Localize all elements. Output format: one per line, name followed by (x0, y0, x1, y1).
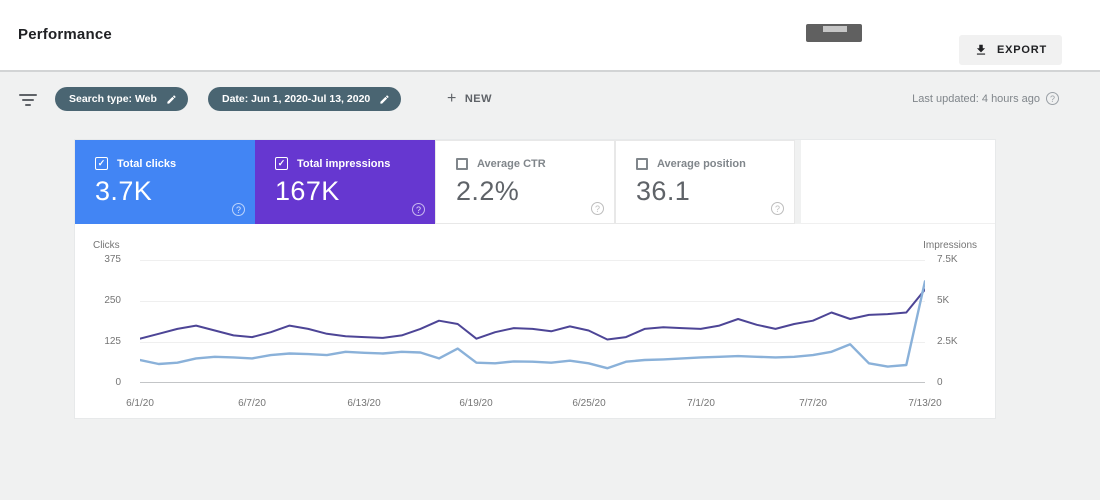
help-icon[interactable]: ? (771, 202, 784, 215)
x-axis-tick: 6/25/20 (572, 398, 605, 409)
tooltip-artifact (806, 24, 862, 42)
x-axis-tick: 7/13/20 (908, 398, 941, 409)
new-filter-label: NEW (465, 93, 492, 105)
metric-card-value: 167K (275, 176, 435, 207)
x-axis-tick: 6/7/20 (238, 398, 266, 409)
series-total-clicks (140, 281, 925, 368)
left-axis-tick: 250 (75, 295, 121, 307)
right-axis-tick: 7.5K (937, 254, 958, 266)
date-range-chip[interactable]: Date: Jun 1, 2020-Jul 13, 2020 (208, 87, 401, 111)
performance-chart[interactable] (140, 260, 925, 383)
filter-bar: Search type: Web Date: Jun 1, 2020-Jul 1… (0, 72, 1100, 126)
metric-card-total-impressions[interactable]: ✓ Total impressions 167K ? (255, 140, 435, 224)
metric-card-value: 36.1 (636, 176, 794, 207)
x-axis-tick: 7/1/20 (687, 398, 715, 409)
metric-card-label: Total impressions (297, 158, 390, 170)
filter-icon[interactable] (19, 94, 37, 106)
checkbox-unchecked-icon[interactable] (456, 158, 468, 170)
export-button[interactable]: EXPORT (959, 35, 1062, 65)
help-icon[interactable]: ? (1046, 92, 1059, 105)
search-type-chip-label: Search type: Web (69, 93, 157, 105)
help-icon[interactable]: ? (591, 202, 604, 215)
metric-card-empty-slot (801, 140, 995, 224)
series-total-impressions (140, 290, 925, 340)
right-axis-tick: 2.5K (937, 336, 958, 348)
right-axis-tick: 0 (937, 377, 943, 389)
new-filter-button[interactable]: + NEW (447, 87, 492, 111)
metric-card-label: Average CTR (477, 158, 546, 170)
performance-page: Performance EXPORT Search type: Web Date… (0, 0, 1100, 500)
checkbox-checked-icon[interactable]: ✓ (275, 157, 288, 170)
download-icon (974, 43, 988, 57)
help-icon[interactable]: ? (232, 203, 245, 216)
export-label: EXPORT (997, 44, 1047, 56)
metric-card-value: 2.2% (456, 176, 614, 207)
metric-card-average-position[interactable]: Average position 36.1 ? (615, 140, 795, 224)
left-axis-tick: 125 (75, 336, 121, 348)
performance-panel: ✓ Total clicks 3.7K ? ✓ Total impression… (75, 140, 995, 418)
left-axis-title: Clicks (93, 240, 120, 251)
header: Performance EXPORT (0, 0, 1100, 70)
left-axis-tick: 0 (75, 377, 121, 389)
metric-card-total-clicks[interactable]: ✓ Total clicks 3.7K ? (75, 140, 255, 224)
metric-card-label: Average position (657, 158, 746, 170)
x-axis-tick: 6/19/20 (459, 398, 492, 409)
last-updated-text: Last updated: 4 hours ago (912, 93, 1040, 105)
date-range-chip-label: Date: Jun 1, 2020-Jul 13, 2020 (222, 93, 370, 105)
metric-card-value: 3.7K (95, 176, 255, 207)
content-area: ✓ Total clicks 3.7K ? ✓ Total impression… (0, 126, 1100, 500)
search-type-chip[interactable]: Search type: Web (55, 87, 188, 111)
checkbox-checked-icon[interactable]: ✓ (95, 157, 108, 170)
last-updated: Last updated: 4 hours ago ? (912, 92, 1059, 105)
left-axis-tick: 375 (75, 254, 121, 266)
plus-icon: + (447, 91, 457, 107)
x-axis-tick: 7/7/20 (799, 398, 827, 409)
edit-pencil-icon (379, 94, 390, 105)
metric-card-label: Total clicks (117, 158, 176, 170)
page-title: Performance (18, 26, 112, 43)
edit-pencil-icon (166, 94, 177, 105)
right-axis-tick: 5K (937, 295, 949, 307)
help-icon[interactable]: ? (412, 203, 425, 216)
x-axis-tick: 6/13/20 (347, 398, 380, 409)
right-axis-title: Impressions (923, 240, 977, 251)
metric-card-average-ctr[interactable]: Average CTR 2.2% ? (435, 140, 615, 224)
checkbox-unchecked-icon[interactable] (636, 158, 648, 170)
x-axis-tick: 6/1/20 (126, 398, 154, 409)
